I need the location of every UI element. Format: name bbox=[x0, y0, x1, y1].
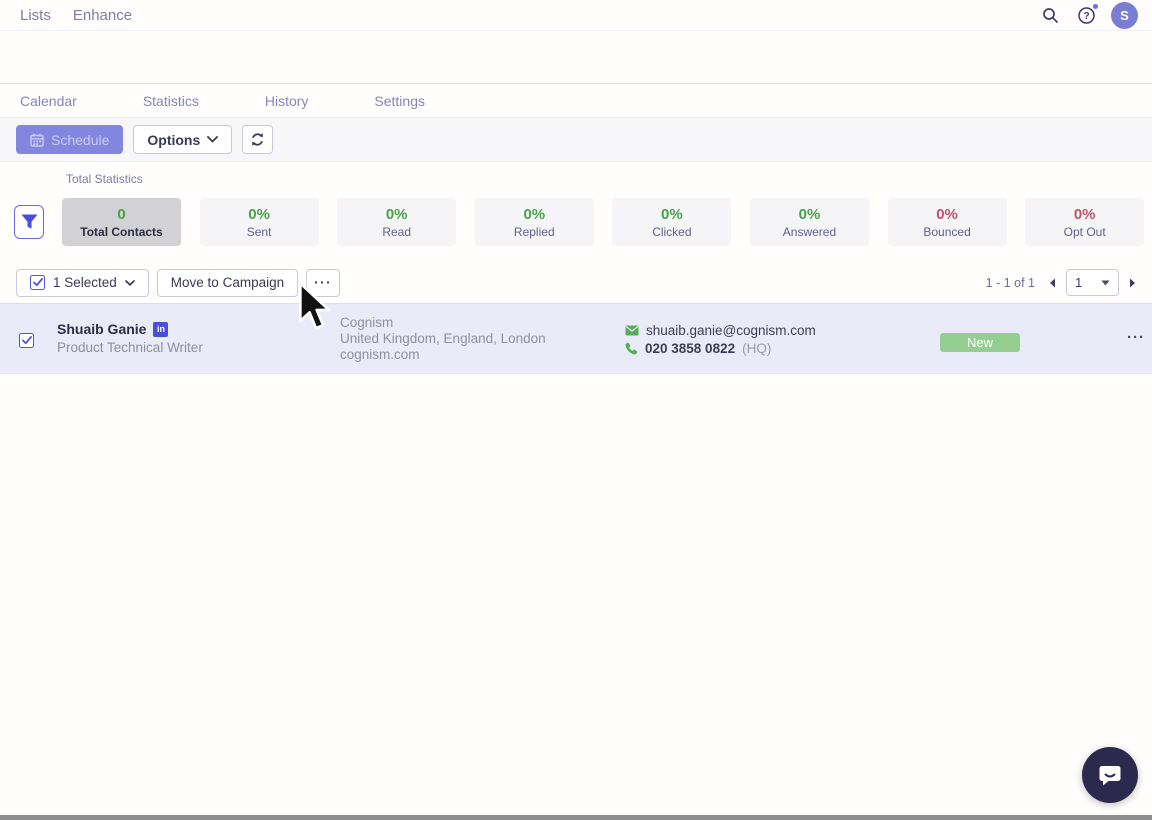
search-icon[interactable] bbox=[1039, 4, 1061, 26]
stat-card-answered[interactable]: 0% Answered bbox=[749, 198, 869, 246]
stat-value: 0% bbox=[248, 205, 270, 223]
tab-calendar[interactable]: Calendar bbox=[20, 93, 77, 109]
stat-label: Opt Out bbox=[1063, 224, 1106, 239]
stat-value: 0% bbox=[1073, 205, 1096, 223]
svg-text:?: ? bbox=[1083, 11, 1089, 22]
contact-job-title: Product Technical Writer bbox=[57, 340, 203, 355]
stat-label: Sent bbox=[246, 224, 272, 239]
options-button-label: Options bbox=[147, 131, 201, 148]
stat-value: 0% bbox=[798, 205, 821, 223]
filter-icon bbox=[21, 214, 38, 230]
page-select-value: 1 bbox=[1075, 275, 1083, 290]
stat-label: Bounced bbox=[923, 224, 971, 239]
contact-info-block: shuaib.ganie@cognism.com 020 3858 0822 (… bbox=[625, 323, 816, 359]
help-icon[interactable]: ? bbox=[1075, 4, 1098, 26]
nav-item-enhance[interactable]: Enhance bbox=[73, 7, 132, 24]
next-page-icon[interactable] bbox=[1129, 278, 1136, 288]
filter-button[interactable] bbox=[14, 205, 44, 239]
company-name: Cognism bbox=[340, 315, 394, 330]
prev-page-icon[interactable] bbox=[1049, 278, 1056, 288]
more-actions-button[interactable]: ··· bbox=[306, 268, 341, 297]
selected-dropdown[interactable]: 1 Selected bbox=[16, 268, 149, 297]
stat-label: Answered bbox=[782, 224, 837, 239]
stat-value: 0% bbox=[385, 205, 408, 223]
contact-email[interactable]: shuaib.ganie@cognism.com bbox=[646, 323, 816, 338]
options-button[interactable]: Options bbox=[133, 125, 233, 154]
stat-label: Read bbox=[382, 224, 412, 239]
selected-count-label: 1 Selected bbox=[53, 275, 117, 290]
contact-phone[interactable]: 020 3858 0822 bbox=[645, 341, 735, 356]
stat-value: 0 bbox=[117, 205, 126, 223]
pagination-range: 1 - 1 of 1 bbox=[985, 275, 1035, 290]
top-nav-right: ? S bbox=[1039, 1, 1138, 29]
calendar-icon bbox=[30, 133, 44, 147]
move-to-campaign-button[interactable]: Move to Campaign bbox=[156, 268, 299, 297]
avatar[interactable]: S bbox=[1111, 1, 1138, 29]
toolbar: Schedule Options bbox=[0, 117, 1152, 162]
select-arrow-icon bbox=[1101, 280, 1110, 285]
window-bottom-edge bbox=[0, 815, 1152, 820]
tab-history[interactable]: History bbox=[265, 93, 309, 109]
status-badge: New bbox=[940, 333, 1020, 352]
row-checkbox[interactable] bbox=[19, 333, 34, 348]
stat-label: Total Contacts bbox=[80, 224, 163, 239]
contact-row[interactable]: Shuaib Ganie in Product Technical Writer… bbox=[0, 303, 1152, 374]
company-location: United Kingdom, England, London bbox=[340, 331, 546, 346]
phone-icon bbox=[625, 342, 638, 355]
stat-label: Replied bbox=[513, 224, 555, 239]
schedule-button-label: Schedule bbox=[51, 131, 110, 148]
chevron-down-icon bbox=[124, 279, 135, 286]
stat-card-clicked[interactable]: 0% Clicked bbox=[612, 198, 732, 246]
stat-card-replied[interactable]: 0% Replied bbox=[474, 198, 594, 246]
stat-card-total-contacts[interactable]: 0 Total Contacts bbox=[62, 198, 181, 246]
stat-card-bounced[interactable]: 0% Bounced bbox=[887, 198, 1007, 246]
refresh-icon bbox=[250, 132, 265, 147]
chat-icon bbox=[1097, 762, 1123, 788]
stat-value: 0% bbox=[523, 205, 546, 223]
notification-dot bbox=[1093, 4, 1098, 9]
refresh-button[interactable] bbox=[242, 125, 274, 154]
stat-card-opt-out[interactable]: 0% Opt Out bbox=[1025, 198, 1145, 246]
tab-settings[interactable]: Settings bbox=[374, 93, 425, 109]
contact-name[interactable]: Shuaib Ganie bbox=[57, 321, 146, 337]
pagination: 1 - 1 of 1 1 bbox=[986, 269, 1136, 296]
email-icon bbox=[625, 325, 639, 336]
row-more-icon[interactable]: ··· bbox=[1127, 329, 1145, 346]
stat-cards: 0 Total Contacts 0% Sent 0% Read 0% Repl… bbox=[62, 198, 1145, 246]
stats-section-label: Total Statistics bbox=[66, 172, 143, 186]
top-nav: Lists Enhance ? S bbox=[0, 0, 1152, 31]
chat-launcher[interactable] bbox=[1082, 747, 1138, 803]
company-website: cognism.com bbox=[340, 347, 420, 362]
tab-statistics[interactable]: Statistics bbox=[143, 93, 199, 109]
phone-type-label: (HQ) bbox=[742, 341, 772, 356]
stat-value: 0% bbox=[936, 205, 958, 223]
select-all-checkbox[interactable] bbox=[30, 275, 45, 290]
contact-name-block: Shuaib Ganie in Product Technical Writer bbox=[57, 321, 203, 355]
tabs-bar: Calendar Statistics History Settings bbox=[0, 83, 1152, 117]
page-select[interactable]: 1 bbox=[1066, 269, 1119, 296]
chevron-down-icon bbox=[207, 136, 219, 143]
nav-item-lists[interactable]: Lists bbox=[20, 7, 51, 24]
company-block: Cognism United Kingdom, England, London … bbox=[340, 315, 546, 363]
linkedin-icon[interactable]: in bbox=[153, 321, 169, 337]
stat-label: Clicked bbox=[652, 224, 692, 239]
stat-value: 0% bbox=[661, 205, 683, 223]
stat-card-read[interactable]: 0% Read bbox=[337, 198, 457, 246]
schedule-button[interactable]: Schedule bbox=[16, 125, 124, 154]
selection-bar: 1 Selected Move to Campaign ··· 1 - 1 of… bbox=[0, 262, 1152, 303]
stat-card-sent[interactable]: 0% Sent bbox=[199, 198, 319, 246]
